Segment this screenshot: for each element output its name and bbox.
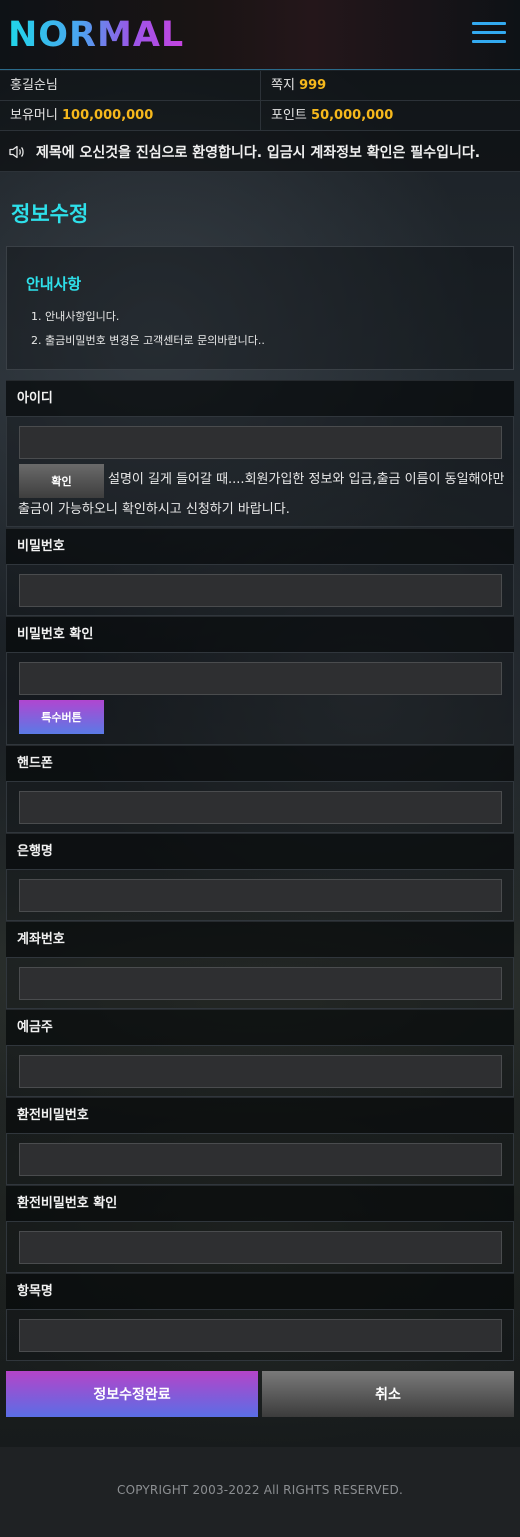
- cancel-button[interactable]: 취소: [262, 1371, 514, 1417]
- item-field-box: [6, 1309, 514, 1361]
- password-input[interactable]: [19, 574, 502, 607]
- page-title: 정보수정: [11, 202, 89, 226]
- bank-label: 은행명: [6, 833, 514, 869]
- id-confirm-button[interactable]: 확인: [19, 464, 104, 498]
- withdraw-password-input[interactable]: [19, 1143, 502, 1176]
- withdraw-password-confirm-field-box: [6, 1221, 514, 1273]
- point-info: 포인트 50,000,000: [260, 101, 520, 130]
- money-info: 보유머니 100,000,000: [0, 101, 260, 130]
- withdraw-password-field-box: [6, 1133, 514, 1185]
- user-info-panel: 홍길순님 쪽지 999 보유머니 100,000,000 포인트 50,000,…: [0, 71, 520, 131]
- holder-input[interactable]: [19, 1055, 502, 1088]
- notice-text: 제목에 오신것을 진심으로 환영합니다. 입금시 계좌정보 확인은 필수입니다.: [36, 145, 481, 161]
- holder-label: 예금주: [6, 1009, 514, 1045]
- special-button[interactable]: 특수버튼: [19, 700, 104, 734]
- guide-list: 1. 안내사항입니다. 2. 출금비밀번호 변경은 고객센터로 문의바랍니다..: [31, 305, 265, 353]
- notice-bar: 제목에 오신것을 진심으로 환영합니다. 입금시 계좌정보 확인은 필수입니다.: [0, 131, 520, 172]
- message-label: 쪽지: [271, 78, 295, 93]
- password-field-box: [6, 564, 514, 616]
- password-label: 비밀번호: [6, 528, 514, 564]
- message-link[interactable]: 쪽지 999: [260, 71, 520, 100]
- money-label: 보유머니: [10, 108, 58, 123]
- id-input[interactable]: [19, 426, 502, 459]
- hamburger-menu-icon[interactable]: [472, 22, 506, 48]
- copyright-text: COPYRIGHT 2003-2022 All RIGHTS RESERVED.: [117, 1483, 403, 1497]
- phone-label: 핸드폰: [6, 745, 514, 781]
- password-confirm-input[interactable]: [19, 662, 502, 695]
- guide-title: 안내사항: [26, 275, 82, 293]
- header: NORMAL: [0, 0, 520, 70]
- withdraw-password-confirm-input[interactable]: [19, 1231, 502, 1264]
- money-value: 100,000,000: [61, 108, 154, 123]
- id-field-box: 확인 설명이 길게 들어갈 때....회원가입한 정보와 입금,출금 이름이 동…: [6, 416, 514, 527]
- point-value: 50,000,000: [311, 108, 394, 123]
- account-label: 계좌번호: [6, 921, 514, 957]
- id-description-line2: 출금이 가능하오니 확인하시고 신청하기 바랍니다.: [18, 502, 290, 517]
- withdraw-password-label: 환전비밀번호: [6, 1097, 514, 1133]
- item-label: 항목명: [6, 1273, 514, 1309]
- phone-field-box: [6, 781, 514, 833]
- guide-box: 안내사항 1. 안내사항입니다. 2. 출금비밀번호 변경은 고객센터로 문의바…: [6, 246, 514, 370]
- password-confirm-label: 비밀번호 확인: [6, 616, 514, 652]
- submit-button[interactable]: 정보수정완료: [6, 1371, 258, 1417]
- footer: COPYRIGHT 2003-2022 All RIGHTS RESERVED.: [0, 1447, 520, 1537]
- withdraw-password-confirm-label: 환전비밀번호 확인: [6, 1185, 514, 1221]
- account-field-box: [6, 957, 514, 1009]
- user-name: 홍길순님: [10, 78, 58, 93]
- holder-field-box: [6, 1045, 514, 1097]
- speaker-icon: [9, 145, 24, 159]
- bank-input[interactable]: [19, 879, 502, 912]
- point-label: 포인트: [271, 108, 307, 123]
- account-input[interactable]: [19, 967, 502, 1000]
- bank-field-box: [6, 869, 514, 921]
- guide-item: 1. 안내사항입니다.: [31, 310, 120, 323]
- phone-input[interactable]: [19, 791, 502, 824]
- id-description-line1: 설명이 길게 들어갈 때....회원가입한 정보와 입금,출금 이름이 동일해야…: [108, 472, 505, 487]
- logo[interactable]: NORMAL: [8, 15, 184, 55]
- message-count: 999: [299, 78, 327, 93]
- guide-item: 2. 출금비밀번호 변경은 고객센터로 문의바랍니다..: [31, 334, 265, 347]
- password-confirm-field-box: 특수버튼: [6, 652, 514, 745]
- id-label: 아이디: [6, 380, 514, 416]
- item-input[interactable]: [19, 1319, 502, 1352]
